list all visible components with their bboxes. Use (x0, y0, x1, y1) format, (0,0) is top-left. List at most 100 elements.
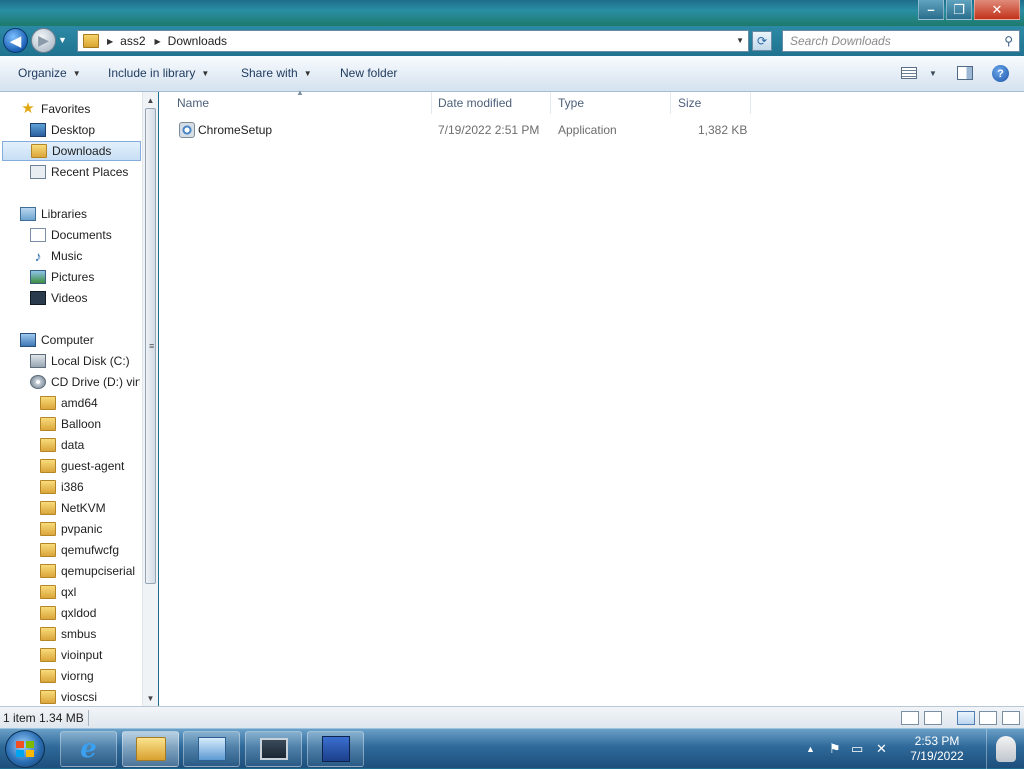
nav-folder-guest-agent[interactable]: guest-agent (40, 456, 140, 476)
organize-button[interactable]: Organize ▼ (18, 66, 81, 80)
nav-folder-smbus[interactable]: smbus (40, 624, 140, 644)
nav-item-label: Balloon (61, 417, 102, 431)
taskbar-monitor-app[interactable] (245, 731, 302, 767)
scroll-up-icon[interactable]: ▲ (143, 92, 158, 108)
navigation-scrollbar[interactable]: ▲ ≡ ▼ (142, 92, 158, 706)
forward-button[interactable]: ▶ (31, 28, 56, 53)
nav-item-label: vioscsi (61, 690, 98, 704)
include-in-library-label: Include in library (108, 66, 196, 80)
share-with-label: Share with (241, 66, 298, 80)
column-header-date-modified[interactable]: Date modified (430, 92, 551, 114)
nav-folder-viorng[interactable]: viorng (40, 666, 140, 686)
show-hidden-icons-icon[interactable]: ▲ (806, 744, 815, 754)
grip-icon: ≡ (149, 341, 155, 351)
nav-folder-vioinput[interactable]: vioinput (40, 645, 140, 665)
nav-item-label: viorng (61, 669, 94, 683)
start-button[interactable] (5, 730, 45, 768)
column-header-type[interactable]: Type (550, 92, 671, 114)
nav-item-label: Local Disk (C:) (51, 354, 130, 368)
nav-music[interactable]: ♪ Music (30, 246, 140, 266)
nav-local-disk[interactable]: Local Disk (C:) (30, 351, 140, 371)
nav-desktop[interactable]: Desktop (30, 120, 140, 140)
star-icon: ★ (21, 100, 35, 117)
action-center-flag-icon[interactable]: ⚑ (829, 741, 841, 757)
column-header-size[interactable]: Size (670, 92, 751, 114)
breadcrumb-separator-icon[interactable]: ▶ (155, 37, 161, 46)
nav-item-label: Music (51, 249, 83, 263)
nav-pictures[interactable]: Pictures (30, 267, 140, 287)
address-dropdown-icon[interactable]: ▼ (736, 36, 744, 45)
nav-documents[interactable]: Documents (30, 225, 140, 245)
file-name[interactable]: ChromeSetup (198, 123, 272, 137)
new-folder-button[interactable]: New folder (340, 66, 397, 80)
refresh-button[interactable]: ⟳ (752, 31, 772, 51)
column-header-name[interactable]: Name (169, 92, 432, 114)
close-button[interactable]: ✕ (974, 0, 1020, 20)
hard-disk-icon (30, 354, 46, 368)
desktop-icon (30, 123, 46, 137)
address-bar[interactable]: ▶ ass2 ▶ Downloads ▼ (77, 30, 749, 52)
nav-downloads[interactable]: Downloads (2, 141, 141, 161)
details-view-icon[interactable] (901, 711, 919, 725)
nav-folder-qxl[interactable]: qxl (40, 582, 140, 602)
search-input[interactable] (790, 34, 990, 48)
change-view-button[interactable]: ▼ (901, 67, 937, 79)
windows-logo-icon (16, 741, 34, 757)
taskbar-installer[interactable] (307, 731, 364, 767)
breadcrumb-ass2[interactable]: ass2 (120, 34, 145, 48)
layout-single-pane-icon[interactable] (957, 711, 975, 725)
minimize-button[interactable]: – (918, 0, 944, 20)
nav-videos[interactable]: Videos (30, 288, 140, 308)
volume-muted-icon[interactable]: ✕ (876, 741, 887, 757)
nav-cd-drive[interactable]: CD Drive (D:) virt (30, 372, 140, 392)
search-icon[interactable]: ⚲ (1004, 34, 1013, 48)
back-button[interactable]: ◀ (3, 28, 28, 53)
nav-item-label: pvpanic (61, 522, 103, 536)
file-row[interactable]: ChromeSetup 7/19/2022 2:51 PM Applicatio… (169, 120, 749, 140)
nav-folder-vioscsi[interactable]: vioscsi (40, 687, 140, 707)
nav-computer[interactable]: Computer (20, 330, 140, 350)
layout-split-pane-icon[interactable] (979, 711, 997, 725)
taskbar-control-panel[interactable] (183, 731, 240, 767)
scrollbar-thumb[interactable]: ≡ (145, 108, 156, 584)
nav-folder-qemufwcfg[interactable]: qemufwcfg (40, 540, 140, 560)
recent-pages-dropdown[interactable]: ▼ (58, 35, 68, 45)
folder-icon (40, 480, 56, 494)
clock-time: 2:53 PM (914, 734, 960, 748)
breadcrumb-downloads[interactable]: Downloads (168, 34, 227, 48)
status-bar: 1 item 1.34 MB (0, 706, 1024, 728)
nav-folder-netkvm[interactable]: NetKVM (40, 498, 140, 518)
clock[interactable]: 2:53 PM 7/19/2022 (902, 734, 972, 764)
nav-folder-qemupciserial[interactable]: qemupciserial (40, 561, 140, 581)
maximize-button[interactable]: ❐ (946, 0, 972, 20)
nav-favorites[interactable]: ★ Favorites (20, 99, 140, 119)
user-icon (995, 736, 1016, 762)
preview-pane-button[interactable] (957, 66, 973, 80)
thumbnails-view-icon[interactable] (924, 711, 942, 725)
nav-folder-data[interactable]: data (40, 435, 140, 455)
nav-item-label: Desktop (51, 123, 96, 137)
monitor-icon (259, 738, 288, 760)
taskbar-internet-explorer[interactable]: e (60, 731, 117, 767)
share-with-button[interactable]: Share with ▼ (241, 66, 312, 80)
pictures-icon (30, 270, 46, 284)
layout-preview-pane-icon[interactable] (1002, 711, 1020, 725)
nav-folder-i386[interactable]: i386 (40, 477, 140, 497)
include-in-library-button[interactable]: Include in library ▼ (108, 66, 209, 80)
nav-folder-qxldod[interactable]: qxldod (40, 603, 140, 623)
help-button[interactable]: ? (992, 65, 1009, 82)
show-desktop-button[interactable] (986, 729, 1024, 769)
nav-recent-places[interactable]: Recent Places (30, 162, 140, 182)
nav-folder-pvpanic[interactable]: pvpanic (40, 519, 140, 539)
nav-libraries[interactable]: Libraries (20, 204, 140, 224)
folder-icon (40, 690, 56, 704)
taskbar-windows-explorer[interactable] (122, 731, 179, 767)
breadcrumb-separator-icon[interactable]: ▶ (107, 37, 113, 46)
nav-item-label: qemupciserial (61, 564, 136, 578)
nav-folder-amd64[interactable]: amd64 (40, 393, 140, 413)
network-icon[interactable]: ▭ (851, 741, 863, 757)
folder-icon (83, 34, 99, 48)
search-box[interactable]: ⚲ (782, 30, 1020, 52)
scroll-down-icon[interactable]: ▼ (143, 690, 158, 706)
nav-folder-balloon[interactable]: Balloon (40, 414, 140, 434)
